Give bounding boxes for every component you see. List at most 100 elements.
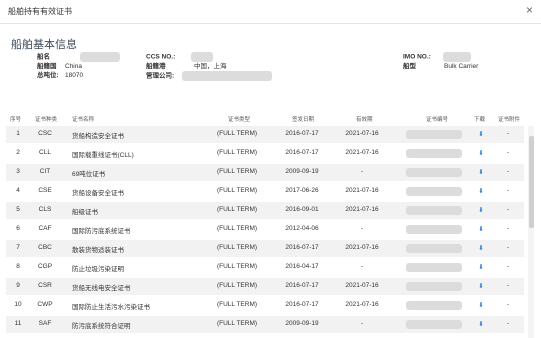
cert-type: (FULL TERM) (216, 244, 258, 251)
cert-type: (FULL TERM) (216, 187, 258, 194)
ship-name-redacted (79, 52, 120, 62)
cert-type: (FULL TERM) (216, 320, 258, 327)
cert-type: (FULL TERM) (216, 225, 258, 232)
cert-type: (FULL TERM) (216, 263, 258, 270)
cert-number-redacted (406, 320, 462, 329)
table-row: 6 CAF 国际防污底系统证书 (FULL TERM) 2012-04-06 - ⬇ - (6, 221, 524, 238)
redaction-block (406, 244, 462, 253)
attachment-value: - (506, 206, 510, 213)
row-number: 3 (16, 168, 20, 175)
issue-date: 2016-07-17 (285, 301, 319, 308)
row-number: 8 (16, 263, 20, 270)
cert-name: 货船无线电安全证书 (72, 285, 131, 292)
cert-number-redacted (406, 301, 462, 310)
row-number: 2 (16, 149, 20, 156)
ship-type-label: 船型 (403, 63, 416, 70)
table-row: 5 CLS 船级证书 (FULL TERM) 2016-09-01 2021-07-16 ⬇… (6, 202, 524, 219)
download-icon[interactable]: ⬇ (476, 282, 486, 290)
flag-label: 船籍国 (37, 63, 57, 70)
dialog-title: 船舶持有有效证书 (8, 7, 72, 16)
info-col-3: IMO NO.: 船型 Bulk Carrier (403, 52, 523, 71)
imo-no-label: IMO NO.: (403, 53, 431, 61)
cert-code: CLS (38, 206, 52, 213)
cert-type: (FULL TERM) (216, 301, 258, 308)
cert-number-redacted (406, 130, 462, 139)
ccs-no-label: CCS NO.: (146, 53, 176, 61)
cert-name: 船级证书 (72, 209, 98, 216)
port-value: 中国，上海 (194, 63, 227, 70)
section-title: 船舶基本信息 (11, 39, 77, 51)
cert-type: (FULL TERM) (216, 282, 258, 289)
close-icon[interactable]: × (526, 3, 533, 17)
cert-code: SAF (38, 320, 52, 327)
col-header-attachment: 证书附件 (498, 117, 521, 123)
table-row: 4 CSE 货船设备安全证书 (FULL TERM) 2017-06-26 2021-07… (6, 183, 524, 200)
scrollbar[interactable] (528, 126, 534, 338)
download-icon[interactable]: ⬇ (476, 187, 486, 195)
download-icon[interactable]: ⬇ (476, 168, 486, 176)
row-number: 4 (16, 187, 20, 194)
cert-name: 国际防止生活污水污染证书 (72, 304, 150, 311)
redaction-block (406, 320, 462, 329)
download-icon[interactable]: ⬇ (476, 320, 486, 328)
row-number: 11 (14, 320, 22, 327)
issue-date: 2009-09-19 (285, 320, 319, 327)
redaction-block (406, 301, 462, 310)
valid-date: 2021-07-16 (345, 149, 379, 156)
row-number: 6 (16, 225, 20, 232)
cert-code: CSC (38, 130, 52, 137)
port-label: 船籍港 (146, 63, 166, 70)
cert-number-redacted (406, 282, 462, 291)
table-row: 3 CIT 69吨位证书 (FULL TERM) 2009-09-19 - ⬇ - (6, 164, 524, 181)
info-col-1: 船名 船籍国 China 总吨位: 18070 (37, 52, 120, 80)
attachment-value: - (506, 168, 510, 175)
table-row: 1 CSC 货船构造安全证书 (FULL TERM) 2016-07-17 2021-07… (6, 126, 524, 143)
row-number: 7 (16, 244, 20, 251)
scrollbar-thumb[interactable] (529, 136, 534, 228)
cert-name: 国际载重线证书(CLL) (72, 152, 134, 159)
col-header-valid: 有效期 (356, 117, 373, 123)
attachment-value: - (506, 301, 510, 308)
cert-name: 防止垃圾污染证明 (72, 266, 124, 273)
info-col-2: CCS NO.: 船籍港 中国，上海 管理公司: (146, 52, 286, 81)
download-icon[interactable]: ⬇ (476, 130, 486, 138)
cert-code: CWP (37, 301, 53, 308)
download-icon[interactable]: ⬇ (476, 301, 486, 309)
cert-name: 防污底系统符合证明 (72, 323, 131, 330)
attachment-value: - (506, 225, 510, 232)
valid-date: 2021-07-16 (345, 301, 379, 308)
imo-no-redacted (442, 52, 471, 62)
cert-code: CSE (38, 187, 52, 194)
download-icon[interactable]: ⬇ (476, 149, 486, 157)
table-row: 7 CBC 散装货物适装证书 (FULL TERM) 2016-07-17 2021-07… (6, 240, 524, 257)
redaction-block (406, 206, 462, 215)
gross-tonnage-value: 18070 (65, 72, 84, 79)
ccs-no-redacted (191, 52, 214, 62)
redaction-block (406, 225, 462, 234)
download-icon[interactable]: ⬇ (476, 206, 486, 214)
table-row: 9 CSR 货船无线电安全证书 (FULL TERM) 2016-07-17 2021-0… (6, 278, 524, 295)
cert-code: CLL (39, 149, 51, 156)
issue-date: 2016-07-17 (285, 149, 319, 156)
col-header-download: 下载 (474, 117, 486, 123)
col-header-num: 序号 (10, 117, 22, 123)
valid-date: - (360, 320, 364, 327)
valid-date: 2021-07-16 (345, 187, 379, 194)
download-icon[interactable]: ⬇ (476, 263, 486, 271)
attachment-value: - (506, 149, 510, 156)
issue-date: 2016-09-01 (285, 206, 319, 213)
attachment-value: - (506, 130, 510, 137)
download-icon[interactable]: ⬇ (476, 244, 486, 252)
valid-date: - (360, 263, 364, 270)
issue-date: 2016-04-17 (285, 263, 319, 270)
download-icon[interactable]: ⬇ (476, 225, 486, 233)
cert-number-redacted (406, 263, 462, 272)
cert-code: CSR (38, 282, 52, 289)
cert-type: (FULL TERM) (216, 149, 258, 156)
cert-code: CGP (37, 263, 53, 270)
cert-name: 货船设备安全证书 (72, 190, 124, 197)
col-header-issue: 签发日期 (292, 117, 315, 123)
redaction-block (406, 187, 462, 196)
cert-name: 散装货物适装证书 (72, 247, 124, 254)
cert-number-redacted (406, 244, 462, 253)
